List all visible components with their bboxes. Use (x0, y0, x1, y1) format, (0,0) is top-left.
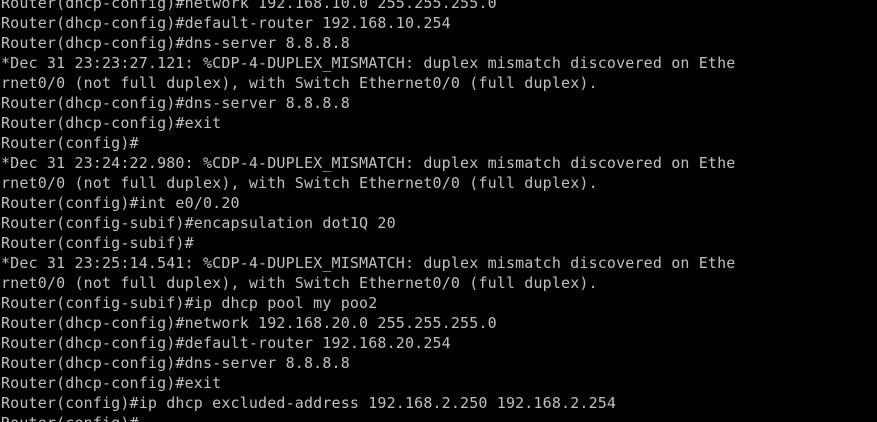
terminal-line: Router(config-subif)# (1, 234, 194, 252)
terminal-line: Router(config)#int e0/0.20 (1, 194, 240, 212)
terminal-line: Router(dhcp-config)#exit (1, 374, 222, 392)
terminal-line: Router(dhcp-config)#dns-server 8.8.8.8 (1, 34, 350, 52)
terminal-line: rnet0/0 (not full duplex), with Switch E… (1, 274, 598, 292)
terminal-line: *Dec 31 23:25:14.541: %CDP-4-DUPLEX_MISM… (1, 254, 736, 272)
terminal-window[interactable]: Router(dhcp-config)#network 192.168.10.0… (0, 0, 877, 422)
terminal-line: Router(config)# (1, 134, 139, 152)
terminal-line: Router(dhcp-config)#dns-server 8.8.8.8 (1, 354, 350, 372)
terminal-output: Router(dhcp-config)#network 192.168.10.0… (1, 0, 735, 422)
terminal-line: Router(dhcp-config)#exit (1, 114, 222, 132)
terminal-line: Router(config-subif)#encapsulation dot1Q… (1, 214, 396, 232)
terminal-line: *Dec 31 23:23:27.121: %CDP-4-DUPLEX_MISM… (1, 54, 736, 72)
terminal-line: Router(config-subif)#ip dhcp pool my poo… (1, 294, 378, 312)
terminal-line: Router(config)#ip dhcp excluded-address … (1, 394, 617, 412)
terminal-prompt-line: Router(config)# (1, 413, 735, 422)
terminal-line: *Dec 31 23:24:22.980: %CDP-4-DUPLEX_MISM… (1, 154, 736, 172)
terminal-line: Router(dhcp-config)#network 192.168.10.0… (1, 0, 497, 12)
terminal-line: Router(dhcp-config)#dns-server 8.8.8.8 (1, 94, 350, 112)
terminal-line: rnet0/0 (not full duplex), with Switch E… (1, 74, 598, 92)
terminal-line: Router(dhcp-config)#default-router 192.1… (1, 334, 451, 352)
terminal-line: rnet0/0 (not full duplex), with Switch E… (1, 174, 598, 192)
terminal-line: Router(dhcp-config)#network 192.168.20.0… (1, 314, 497, 332)
terminal-line: Router(dhcp-config)#default-router 192.1… (1, 14, 451, 32)
